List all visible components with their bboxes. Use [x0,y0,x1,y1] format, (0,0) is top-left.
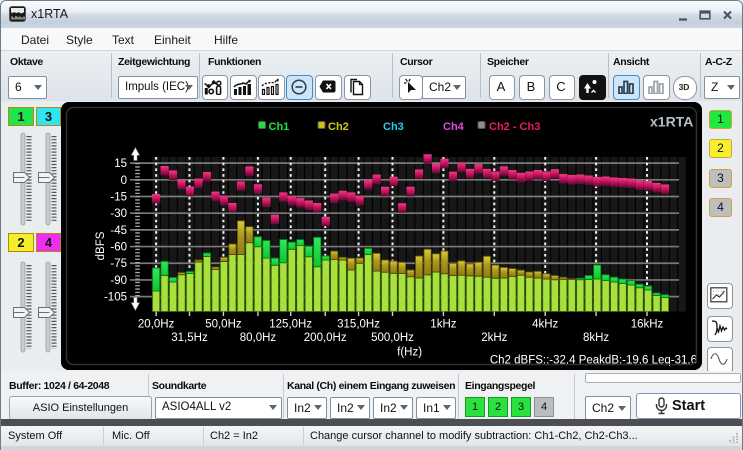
svg-text:315,0Hz: 315,0Hz [337,319,380,331]
svg-text:Ch1: Ch1 [269,121,290,133]
svg-text:200,0Hz: 200,0Hz [304,332,347,344]
svg-text:x1RTA: x1RTA [650,114,693,130]
svg-text:-75: -75 [110,258,127,270]
svg-text:80,0Hz: 80,0Hz [240,332,277,344]
svg-text:2kHz: 2kHz [481,332,507,344]
svg-text:Ch2 - Ch3: Ch2 - Ch3 [489,121,540,133]
svg-text:16kHz: 16kHz [631,319,664,331]
svg-text:15: 15 [114,158,127,170]
svg-text:500,0Hz: 500,0Hz [371,332,414,344]
svg-text:Ch2: Ch2 [328,121,349,133]
svg-text:f(Hz): f(Hz) [397,347,422,359]
svg-text:-30: -30 [110,208,127,220]
svg-text:125,0Hz: 125,0Hz [269,319,312,331]
svg-text:dBFS: dBFS [95,231,107,260]
svg-text:1kHz: 1kHz [430,319,456,331]
svg-text:8kHz: 8kHz [583,332,609,344]
svg-text:-60: -60 [110,242,127,254]
svg-text:-15: -15 [110,191,127,203]
svg-text:20,0Hz: 20,0Hz [138,319,175,331]
svg-text:Ch4: Ch4 [443,121,465,133]
svg-text:Ch3: Ch3 [383,121,404,133]
svg-text:4kHz: 4kHz [532,319,558,331]
svg-text:-90: -90 [110,275,127,287]
svg-text:31,5Hz: 31,5Hz [171,332,208,344]
svg-text:-105: -105 [104,292,127,304]
svg-text:0: 0 [121,175,127,187]
svg-text:50,0Hz: 50,0Hz [205,319,242,331]
svg-text:-45: -45 [110,225,127,237]
